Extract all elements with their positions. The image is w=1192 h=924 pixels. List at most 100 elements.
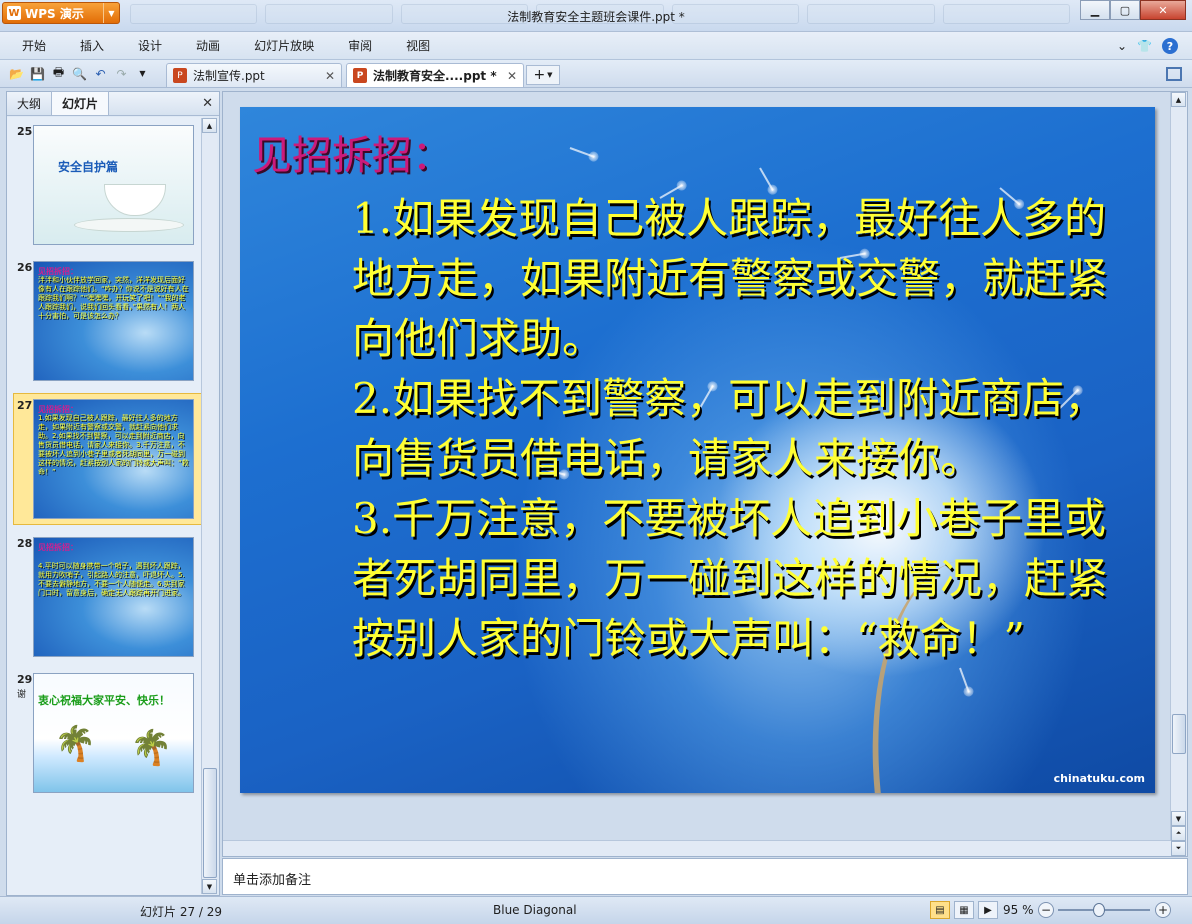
window-controls: ▁ ▢ ✕ [1080,0,1186,20]
slide-paragraph: 3.千万注意，不要被坏人追到小巷子里或者死胡同里，万一碰到这样的情况，赶紧按别人… [352,494,1109,663]
normal-view-icon[interactable]: ▤ [930,901,950,919]
thumbnail-image: 见招拆招： 1.如果发现自己被人跟踪，最好往人多的地方走，如果附近有警察或交警，… [33,399,194,519]
thumbnail-text: 4.平时可以随身携带一个哨子，遇到坏人跟踪，就用力吹哨子，引起路人的注意，吓退坏… [38,562,185,597]
editor-horizontal-scrollbar[interactable] [223,840,1171,856]
scrollbar-thumb[interactable] [203,768,217,878]
teacup-image [104,184,166,216]
quick-access-toolbar: 📂 💾 🖶 🔍 ↶ ↷ ▼ [8,65,151,82]
slides-pane-scrollbar[interactable]: ▲ ▼ [201,118,217,894]
print-icon[interactable]: 🖶 [50,65,67,82]
saucer-image [74,218,184,232]
scroll-up-icon[interactable]: ▲ [1171,92,1186,107]
menu-item-home[interactable]: 开始 [0,37,46,54]
thumbnail-title: 衷心祝福大家平安、快乐！ [38,694,170,707]
zoom-out-icon[interactable]: − [1038,902,1054,918]
slide-thumbnail-list: 25 安全自护篇 26 见招拆招： 泮泮和小伙伴放学回家，突然，洋洋发现后面好像… [7,117,203,895]
tab-label: 法制宣传.ppt [193,69,265,83]
scroll-down-icon[interactable]: ▼ [202,879,217,894]
slides-pane-header: 大纲 幻灯片 ✕ [7,91,219,116]
thumbnail-text: 1.如果发现自己被人跟踪，最好往人多的地方走，如果附近有警察或交警，就赶紧向他们… [38,414,189,476]
scrollbar-thumb[interactable] [1172,714,1186,754]
print-preview-icon[interactable]: 🔍 [71,65,88,82]
menu-item-animation[interactable]: 动画 [174,37,220,54]
slide-side-label: 谢 [17,690,27,700]
redo-icon[interactable]: ↷ [113,65,130,82]
help-icon[interactable]: ? [1162,38,1178,54]
minimize-button[interactable]: ▁ [1080,0,1110,20]
menu-item-review[interactable]: 审阅 [326,37,372,54]
title-bar: W WPS 演示 ▼ 法制教育安全主题班会课件.ppt * ▁ ▢ ✕ [0,0,1192,32]
tab-outline[interactable]: 大纲 [7,92,51,115]
customize-toolbar-icon[interactable]: ▼ [134,65,151,82]
slide-title[interactable]: 见招拆招： [252,123,452,181]
editor-vertical-scrollbar[interactable]: ▲ ▼ ⏶ ⏷ [1170,92,1187,856]
slide-paragraph: 1.如果发现自己被人跟踪，最好往人多的地方走，如果附近有警察或交警，就赶紧向他们… [352,194,1109,363]
new-tab-button[interactable]: + ▼ [526,65,560,85]
menu-item-insert[interactable]: 插入 [58,37,104,54]
undo-icon[interactable]: ↶ [92,65,109,82]
close-tab-icon[interactable]: ✕ [325,69,335,83]
theme-name: Blue Diagonal [493,903,577,917]
ppt-file-icon: P [173,68,187,83]
palm-tree-icon: 🌴 [54,724,97,764]
slides-pane: 大纲 幻灯片 ✕ 25 安全自护篇 26 见招拆招： 泮泮和小伙伴放学回家，突然… [6,91,220,896]
slide-paragraph: 2.如果找不到警察，可以走到附近商店，向售货员借电话，请家人来接你。 [352,374,1107,483]
notes-pane[interactable]: 单击添加备注 [222,858,1188,895]
dandelion-seed [759,167,774,192]
close-icon: ✕ [1158,3,1168,17]
status-bar: 幻灯片 27 / 29 Blue Diagonal ▤ ▦ ▶ 95 % − + [0,896,1192,924]
menu-right-tools: ⌄ 👕 ? [1117,38,1178,54]
zoom-in-icon[interactable]: + [1155,902,1171,918]
slide-number: 29 [17,673,33,686]
slide-number: 25 [17,125,33,138]
window-title: 法制教育安全主题班会课件.ppt * [507,10,685,24]
slide-number: 27 [17,399,33,412]
menu-bar: 开始 插入 设计 动画 幻灯片放映 审阅 视图 ⌄ 👕 ? [0,32,1192,60]
minimize-icon: ▁ [1090,3,1100,17]
palm-tree-icon: 🌴 [130,728,173,768]
tab-slides[interactable]: 幻灯片 [51,91,110,115]
tab-label: 法制教育安全....ppt * [373,69,497,83]
slide-body[interactable]: 1.如果发现自己被人跟踪，最好往人多的地方走，如果附近有警察或交警，就赶紧向他们… [252,189,1142,669]
scroll-up-icon[interactable]: ▲ [202,118,217,133]
tab-document-legal-propaganda[interactable]: P 法制宣传.ppt ✕ [166,63,342,87]
thumbnail-title: 安全自护篇 [58,160,119,174]
menu-item-slideshow[interactable]: 幻灯片放映 [232,37,314,54]
view-switcher: ▤ ▦ ▶ [930,901,998,919]
slide-counter: 幻灯片 27 / 29 [140,905,223,919]
thumbnail-title: 见招拆招： [38,543,78,552]
shirt-skin-icon[interactable]: 👕 [1137,39,1152,53]
thumbnail-image: 见招拆招： 4.平时可以随身携带一个哨子，遇到坏人跟踪，就用力吹哨子，引起路人的… [33,537,194,657]
zoom-slider-thumb[interactable] [1093,903,1105,917]
slide-sorter-view-icon[interactable]: ▦ [954,901,974,919]
tab-document-current[interactable]: P 法制教育安全....ppt * ✕ [346,63,524,87]
close-pane-icon[interactable]: ✕ [202,96,213,111]
maximize-icon: ▢ [1119,3,1131,17]
thumbnail-image: 衷心祝福大家平安、快乐！ 🌴 🌴 [33,673,194,793]
scroll-down-icon[interactable]: ▼ [1171,811,1186,826]
maximize-button[interactable]: ▢ [1110,0,1140,20]
watermark: chinatuku.com [1053,772,1145,785]
next-slide-icon[interactable]: ⏷ [1171,841,1186,856]
chevron-down-icon: ▼ [547,71,553,79]
close-window-button[interactable]: ✕ [1140,0,1186,20]
dandelion-seed [569,147,595,158]
save-icon[interactable]: 💾 [29,65,46,82]
menu-item-view[interactable]: 视图 [384,37,430,54]
plus-icon: + [533,67,546,83]
slide-number: 28 [17,537,33,550]
current-slide[interactable]: 见招拆招： 1.如果发现自己被人跟踪，最好往人多的地方走，如果附近有警察或交警，… [240,107,1155,793]
slide-editor: 见招拆招： 1.如果发现自己被人跟踪，最好往人多的地方走，如果附近有警察或交警，… [222,91,1188,857]
ppt-file-icon: P [353,68,367,83]
zoom-level[interactable]: 95 % [1003,903,1034,917]
slideshow-view-icon[interactable]: ▶ [978,901,998,919]
open-folder-icon[interactable]: 📂 [8,65,25,82]
chevron-down-icon[interactable]: ⌄ [1117,39,1127,53]
close-tab-icon[interactable]: ✕ [507,69,517,83]
menu-item-design[interactable]: 设计 [116,37,162,54]
window-layout-icon[interactable] [1166,67,1182,81]
thumbnail-image: 安全自护篇 [33,125,194,245]
document-tab-bar: 📂 💾 🖶 🔍 ↶ ↷ ▼ P 法制宣传.ppt ✕ P 法制教育安全....p… [0,60,1192,88]
previous-slide-icon[interactable]: ⏶ [1171,826,1186,841]
thumbnail-image: 见招拆招： 泮泮和小伙伴放学回家，突然，洋洋发现后面好像有人在跟踪他们。“咋办？… [33,261,194,381]
